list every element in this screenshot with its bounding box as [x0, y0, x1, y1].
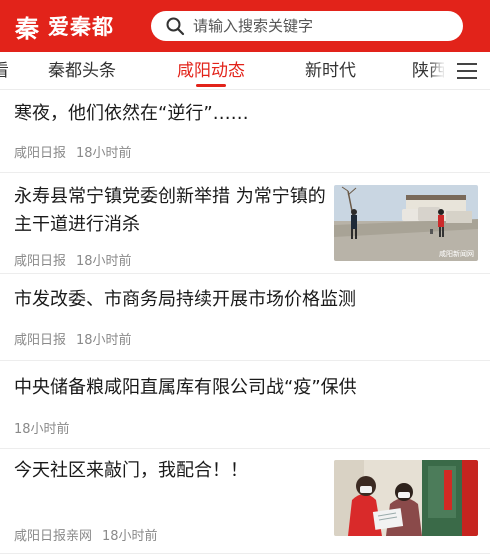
news-title: 寒夜，他们依然在“逆行”……: [14, 103, 249, 124]
app-header: 秦 爱秦都: [0, 0, 490, 52]
news-thumbnail[interactable]: 咸阳新闻网: [334, 185, 478, 261]
search-input[interactable]: [193, 17, 443, 35]
news-time: 18小时前: [14, 422, 70, 437]
news-time: 18小时前: [102, 529, 158, 544]
news-source: 咸阳日报: [14, 333, 67, 348]
app-logo[interactable]: 秦 爱秦都: [12, 11, 146, 43]
news-time: 18小时前: [76, 254, 132, 269]
tab-xianyang-news[interactable]: 咸阳动态: [177, 52, 245, 89]
news-item[interactable]: 寒夜，他们依然在“逆行”…… 咸阳日报 18小时前: [0, 91, 490, 173]
news-time: 18小时前: [76, 333, 132, 348]
news-source: 咸阳日报: [14, 146, 67, 161]
news-source: 咸阳日报: [14, 254, 67, 269]
tab-shaanxi[interactable]: 陕西: [412, 52, 446, 89]
search-bar[interactable]: [151, 11, 463, 41]
news-meta: 18小时前: [14, 418, 70, 437]
news-title: 市发改委、市商务局持续开展市场价格监测: [14, 289, 356, 310]
news-item[interactable]: 市发改委、市商务局持续开展市场价格监测 咸阳日报 18小时前: [0, 274, 490, 361]
menu-icon: [457, 63, 477, 79]
channel-menu-button[interactable]: [444, 52, 490, 89]
news-title: 永寿县常宁镇党委创新举措 为常宁镇的主干道进行消杀: [14, 186, 326, 235]
search-icon: [166, 17, 185, 36]
news-item[interactable]: 中央储备粮咸阳直属库有限公司战“疫”保供 18小时前: [0, 361, 490, 449]
logo-mark: 秦: [15, 13, 39, 43]
news-time: 18小时前: [76, 146, 132, 161]
news-title: 中央储备粮咸阳直属库有限公司战“疫”保供: [14, 377, 357, 398]
tab-new-era[interactable]: 新时代: [305, 52, 356, 89]
news-meta: 咸阳日报 18小时前: [14, 142, 132, 161]
news-title: 今天社区来敲门，我配合！！: [14, 460, 248, 481]
news-meta: 咸阳日报亲网 18小时前: [14, 525, 158, 544]
tab-qindu-headlines[interactable]: 秦都头条: [48, 52, 116, 89]
image-watermark: 咸阳新闻网: [439, 250, 474, 258]
news-item[interactable]: 永寿县常宁镇党委创新举措 为常宁镇的主干道进行消杀 咸阳日报 18小时前 咸阳新…: [0, 173, 490, 274]
app-name: 爱秦都: [48, 14, 114, 39]
news-source: 咸阳日报亲网: [14, 529, 93, 544]
community-visit-image: [334, 460, 478, 536]
news-thumbnail[interactable]: [334, 460, 478, 536]
tab-partial-left[interactable]: 看: [0, 52, 9, 89]
news-meta: 咸阳日报 18小时前: [14, 329, 132, 348]
channel-tabs: 看 秦都头条 咸阳动态 新时代 陕西: [0, 52, 490, 90]
news-meta: 咸阳日报 18小时前: [14, 250, 132, 269]
news-item[interactable]: 今天社区来敲门，我配合！！ 咸阳日报亲网 18小时前: [0, 449, 490, 554]
